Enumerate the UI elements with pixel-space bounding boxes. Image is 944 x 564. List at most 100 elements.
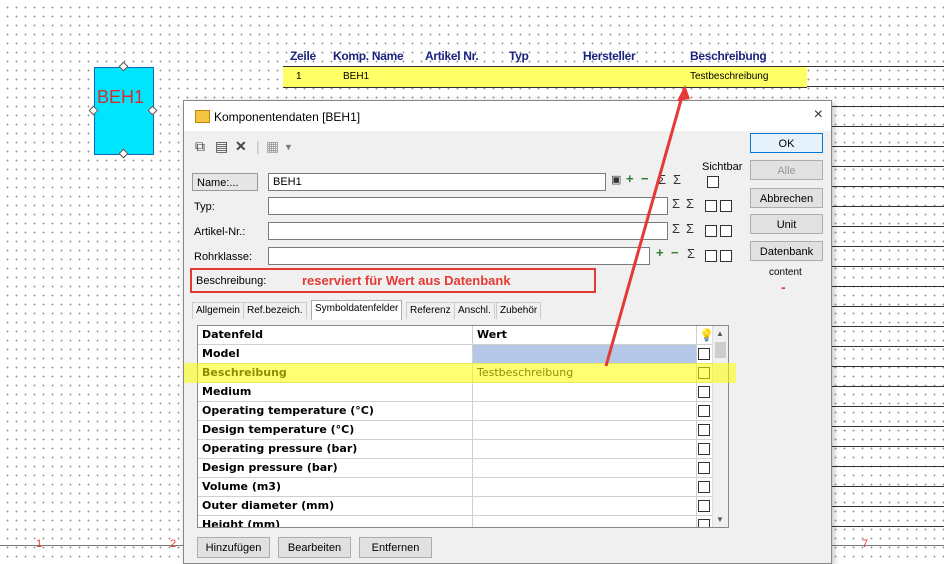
grid-cell-field[interactable]: Volume (m3)	[198, 478, 473, 496]
symbol-data-grid[interactable]: Datenfeld Wert 💡 Model Beschreibung Testbe…	[197, 325, 729, 528]
checkbox[interactable]	[720, 200, 732, 212]
component-symbol[interactable]	[94, 67, 154, 155]
remove-button[interactable]: Entfernen	[359, 537, 432, 558]
grid-cell-field[interactable]: Operating pressure (bar)	[198, 440, 473, 458]
grid-cell-checkbox[interactable]	[697, 383, 712, 401]
grid-row[interactable]: Model	[198, 345, 712, 364]
grid-header-datenfeld[interactable]: Datenfeld	[198, 326, 473, 344]
tab-referenz[interactable]: Referenz	[406, 302, 455, 319]
cancel-button[interactable]: Abbrechen	[750, 188, 823, 208]
list-icon[interactable]: ▣	[611, 173, 621, 186]
alle-button[interactable]: Alle	[750, 160, 823, 180]
chevron-up-icon[interactable]: ▲	[716, 329, 724, 338]
grid-cell-field[interactable]: Outer diameter (mm)	[198, 497, 473, 515]
paste-icon[interactable]: ▤	[215, 138, 228, 155]
add-button[interactable]: Hinzufügen	[197, 537, 270, 558]
checkbox[interactable]	[698, 348, 710, 360]
grid-cell-checkbox[interactable]	[697, 440, 712, 458]
grid-cell-checkbox[interactable]	[697, 497, 712, 515]
sum-icon[interactable]: Σ	[686, 221, 694, 236]
sum-icon[interactable]: Σ	[672, 221, 680, 236]
datenbank-button[interactable]: Datenbank	[750, 241, 823, 261]
name-field[interactable]: BEH1	[268, 173, 606, 191]
checkbox[interactable]	[698, 424, 710, 436]
grid-cell-value[interactable]	[473, 383, 697, 401]
grid-cell-field[interactable]: Design temperature (°C)	[198, 421, 473, 439]
dialog-titlebar[interactable]: Komponentendaten [BEH1] ×	[184, 101, 831, 131]
grid-row[interactable]: Height (mm)	[198, 516, 712, 527]
visible-checkbox[interactable]	[707, 176, 719, 188]
grid-cell-checkbox[interactable]	[697, 364, 712, 382]
minus-icon[interactable]: −	[671, 245, 679, 260]
grid-cell-value[interactable]	[473, 459, 697, 477]
grid-row[interactable]: Design temperature (°C)	[198, 421, 712, 440]
scroll-thumb[interactable]	[715, 342, 726, 358]
typ-field[interactable]	[268, 197, 668, 215]
grid-cell-value[interactable]: Testbeschreibung	[473, 364, 697, 382]
unit-button[interactable]: Unit	[750, 214, 823, 234]
checkbox[interactable]	[720, 225, 732, 237]
table-icon[interactable]: ▦	[266, 138, 279, 155]
grid-row[interactable]: Operating temperature (°C)	[198, 402, 712, 421]
copy-icon[interactable]: ⧉	[195, 138, 205, 155]
chevron-down-icon[interactable]: ▼	[716, 515, 724, 524]
sum-icon[interactable]: Σ	[687, 246, 695, 261]
grid-cell-checkbox[interactable]	[697, 459, 712, 477]
grid-row[interactable]: Design pressure (bar)	[198, 459, 712, 478]
grid-cell-checkbox[interactable]	[697, 421, 712, 439]
grid-cell-checkbox[interactable]	[697, 516, 712, 527]
checkbox[interactable]	[705, 225, 717, 237]
checkbox[interactable]	[720, 250, 732, 262]
grid-cell-checkbox[interactable]	[697, 478, 712, 496]
tab-zubehoer[interactable]: Zubehör	[496, 302, 542, 319]
add-icon[interactable]: +	[626, 171, 634, 186]
tab-anschl[interactable]: Anschl.	[454, 302, 495, 319]
checkbox[interactable]	[698, 462, 710, 474]
chevron-down-icon[interactable]: ▼	[284, 142, 293, 152]
sum-icon[interactable]: Σ	[658, 172, 666, 187]
grid-row[interactable]: Operating pressure (bar)	[198, 440, 712, 459]
grid-cell-value[interactable]	[473, 421, 697, 439]
grid-cell-field[interactable]: Medium	[198, 383, 473, 401]
name-button[interactable]: Name:...	[192, 173, 258, 191]
grid-scrollbar[interactable]: ▲ ▼	[712, 326, 728, 527]
grid-cell-value[interactable]	[473, 478, 697, 496]
checkbox[interactable]	[698, 405, 710, 417]
add-icon[interactable]: +	[656, 245, 664, 260]
minus-icon[interactable]: −	[641, 171, 649, 186]
grid-row[interactable]: Outer diameter (mm)	[198, 497, 712, 516]
grid-cell-checkbox[interactable]	[697, 345, 712, 363]
sum-icon[interactable]: Σ	[686, 196, 694, 211]
grid-header-wert[interactable]: Wert	[473, 326, 697, 344]
checkbox[interactable]	[698, 367, 710, 379]
grid-row[interactable]: Medium	[198, 383, 712, 402]
delete-icon[interactable]: ✕	[235, 138, 247, 155]
grid-row[interactable]: Volume (m3)	[198, 478, 712, 497]
checkbox[interactable]	[698, 519, 710, 527]
ok-button[interactable]: OK	[750, 133, 823, 153]
checkbox[interactable]	[698, 386, 710, 398]
sum-icon[interactable]: Σ	[672, 196, 680, 211]
grid-cell-field[interactable]: Design pressure (bar)	[198, 459, 473, 477]
edit-button[interactable]: Bearbeiten	[278, 537, 351, 558]
checkbox[interactable]	[705, 250, 717, 262]
checkbox[interactable]	[698, 443, 710, 455]
tab-ref-bezeich[interactable]: Ref.bezeich.	[243, 302, 307, 319]
grid-row[interactable]: Beschreibung Testbeschreibung	[198, 364, 712, 383]
grid-cell-field[interactable]: Operating temperature (°C)	[198, 402, 473, 420]
tab-symboldatenfelder[interactable]: Symboldatenfelder	[311, 300, 403, 320]
grid-cell-value[interactable]	[473, 516, 697, 527]
checkbox[interactable]	[698, 481, 710, 493]
rohrklasse-field[interactable]	[268, 247, 650, 265]
checkbox[interactable]	[698, 500, 710, 512]
grid-cell-value[interactable]	[473, 345, 697, 363]
grid-cell-checkbox[interactable]	[697, 402, 712, 420]
grid-cell-field[interactable]: Beschreibung	[198, 364, 473, 382]
artikel-field[interactable]	[268, 222, 668, 240]
sum-icon[interactable]: Σ	[673, 172, 681, 187]
grid-cell-value[interactable]	[473, 440, 697, 458]
grid-cell-field[interactable]: Height (mm)	[198, 516, 473, 527]
checkbox[interactable]	[705, 200, 717, 212]
grid-cell-value[interactable]	[473, 497, 697, 515]
grid-cell-field[interactable]: Model	[198, 345, 473, 363]
